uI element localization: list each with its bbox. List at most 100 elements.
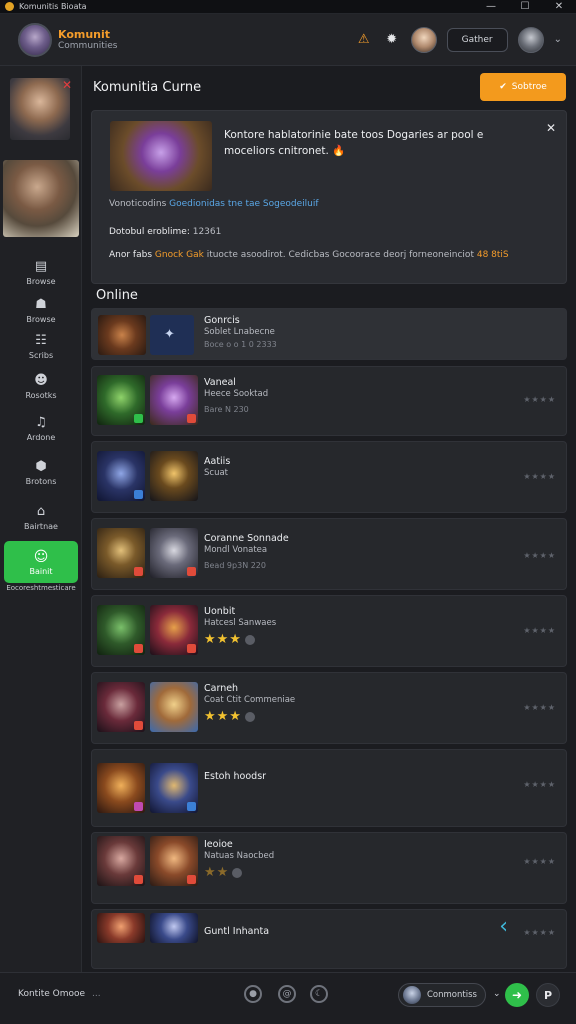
rating-stars: ★★★★ <box>523 703 556 712</box>
user-avatar[interactable] <box>410 26 437 53</box>
banner-line-2: Dotobul eroblime: 12361 <box>109 227 221 237</box>
online-section-title: Online <box>96 288 138 303</box>
brand-logo[interactable] <box>18 22 52 57</box>
more-icon[interactable]: ... <box>92 989 101 999</box>
row-subtitle: Mondl Vonatea <box>204 545 268 555</box>
list-item[interactable]: Estoh hoodsr ★★★★ <box>91 749 567 827</box>
gamepad-icon[interactable]: ● <box>244 985 262 1003</box>
window-titlebar: Komunitis Bioata — ☐ ✕ <box>0 0 576 14</box>
status-badge <box>134 644 143 653</box>
row-name: Carneh <box>204 683 239 694</box>
game-thumbnail <box>150 913 198 943</box>
game-thumbnail <box>150 528 198 578</box>
status-badge <box>187 875 196 884</box>
star-icons: ★★ <box>204 865 230 880</box>
gather-button[interactable]: Gather <box>446 27 508 52</box>
list-item[interactable]: ✦ Gonrcis Soblet Lnabecne Boce o o 1 0 2… <box>91 308 567 360</box>
at-icon[interactable]: @ <box>278 985 296 1003</box>
footer-title: Kontite Omooe <box>18 989 86 999</box>
game-thumbnail <box>97 605 145 655</box>
brand-block: Komunit Communities <box>58 28 118 51</box>
sidebar-item-bairtnae[interactable]: ⌂ Bairtnae <box>0 503 82 532</box>
banner-line-1-prefix: Vonoticodins <box>109 199 167 209</box>
list-item[interactable]: Vaneal Heece Sooktad Bare N 230 ★★★★ <box>91 366 567 436</box>
account-selector[interactable]: Conmontiss <box>398 983 486 1007</box>
game-thumbnail <box>97 682 145 732</box>
profile-button[interactable]: P <box>536 983 560 1007</box>
user-icon: ☻ <box>34 372 48 388</box>
sidebar-item-browse-2[interactable]: ☗ Browse <box>0 296 82 325</box>
people-icon: ☗ <box>35 296 47 312</box>
row-name: Ieoioe <box>204 839 233 850</box>
banner-link[interactable]: Goedionidas tne tae Sogeodeiluif <box>169 199 318 209</box>
brand-subtitle: Communities <box>58 41 118 51</box>
primary-action-button[interactable]: ✔ Sobtroe <box>480 73 566 101</box>
list-item[interactable]: Guntl Inhanta ‹ ★★★★ <box>91 909 567 969</box>
row-subtitle: Hatcesl Sanwaes <box>204 618 277 628</box>
sidebar-item-rosotks[interactable]: ☻ Rosotks <box>0 372 82 401</box>
brand-name: Komunit <box>58 28 111 41</box>
close-icon[interactable]: ✕ <box>546 121 556 135</box>
shield-icon: ⬢ <box>35 458 47 474</box>
account-label: Conmontiss <box>427 990 477 1000</box>
warning-icon[interactable]: ⚠ <box>355 31 373 49</box>
sidebar-portrait-hero[interactable] <box>3 160 79 237</box>
game-thumbnail <box>97 375 145 425</box>
chat-icon: ☷ <box>35 332 47 348</box>
gear-icon[interactable]: ✹ <box>383 31 401 49</box>
close-icon[interactable]: ✕ <box>62 78 72 92</box>
chevron-left-icon[interactable]: ‹ <box>499 914 508 939</box>
game-thumbnail <box>97 763 145 813</box>
banner-line-3-text: ituocte asoodirot. Cedicbas Gocoorace de… <box>206 250 474 260</box>
sidebar-portrait-warrior[interactable] <box>10 78 70 140</box>
sidebar-item-browse[interactable]: ▤ Browse <box>0 258 82 287</box>
list-item[interactable]: Coranne Sonnade Mondl Vonatea Bead 9p3N … <box>91 518 567 590</box>
list-item[interactable]: Aatiis Scuat ★★★★ <box>91 441 567 513</box>
star-icons: ★★★ <box>204 709 242 724</box>
banner-line-3-prefix: Anor fabs <box>109 250 153 260</box>
chevron-down-icon[interactable]: ⌄ <box>493 989 501 999</box>
row-name: Estoh hoodsr <box>204 771 267 782</box>
row-name: Vaneal <box>204 377 236 388</box>
row-subtitle: Coat Ctit Commeniae <box>204 695 296 705</box>
status-badge <box>187 567 196 576</box>
sidebar-item-scribs[interactable]: ☷ Scribs <box>0 332 82 361</box>
row-name: Aatiis <box>204 456 231 467</box>
primary-action-label: Sobtroe <box>511 82 547 92</box>
banner-text: Kontore hablatorinie bate toos Dogaries … <box>224 127 534 159</box>
arrow-icon: ➜ <box>511 988 523 1002</box>
sidebar-item-label: Scribs <box>28 351 54 360</box>
list-item[interactable]: Carneh Coat Ctit Commeniae ★★★ ★★★★ <box>91 672 567 744</box>
rating-stars: ★★★★ <box>523 395 556 404</box>
go-button[interactable]: ➜ <box>505 983 529 1007</box>
sidebar-item-label: Brotons <box>25 477 57 486</box>
game-thumbnail <box>150 451 198 501</box>
game-thumbnail <box>150 836 198 886</box>
mic-icon: ♫ <box>35 414 47 430</box>
home-icon: ⌂ <box>36 503 46 519</box>
banner-line-3-highlight: Gnock Gak <box>154 250 204 260</box>
close-icon[interactable]: ✕ <box>542 0 576 14</box>
status-badge <box>134 414 143 423</box>
window-controls: — ☐ ✕ <box>474 0 576 14</box>
banner-line-2-value: 12361 <box>192 227 222 237</box>
sidebar-item-brotons[interactable]: ⬢ Brotons <box>0 458 82 487</box>
star-icons: ★★★ <box>204 632 242 647</box>
row-subtitle: Heece Sooktad <box>204 389 269 399</box>
game-thumbnail <box>150 375 198 425</box>
sidebar-sub-label: Eocoreshtmesticare <box>6 584 76 592</box>
profile-avatar[interactable] <box>517 26 544 53</box>
maximize-icon[interactable]: ☐ <box>508 0 542 14</box>
list-item[interactable]: Ieoioe Natuas Naocbed ★★ ★★★★ <box>91 832 567 904</box>
window-title: Komunitis Bioata <box>19 2 87 11</box>
game-thumbnail <box>97 836 145 886</box>
chevron-down-icon[interactable]: ⌄ <box>554 34 562 45</box>
sidebar-item-label: Browse <box>26 315 56 324</box>
list-item[interactable]: Uonbit Hatcesl Sanwaes ★★★ ★★★★ <box>91 595 567 667</box>
sidebar-item-ardone[interactable]: ♫ Ardone <box>0 414 82 443</box>
moon-icon[interactable]: ☾ <box>310 985 328 1003</box>
emblem-icon: ✦ <box>164 327 175 342</box>
sidebar-item-active[interactable]: ☺ Bainit <box>4 541 78 583</box>
minimize-icon[interactable]: — <box>474 0 508 14</box>
fire-icon: 🔥 <box>332 145 346 157</box>
